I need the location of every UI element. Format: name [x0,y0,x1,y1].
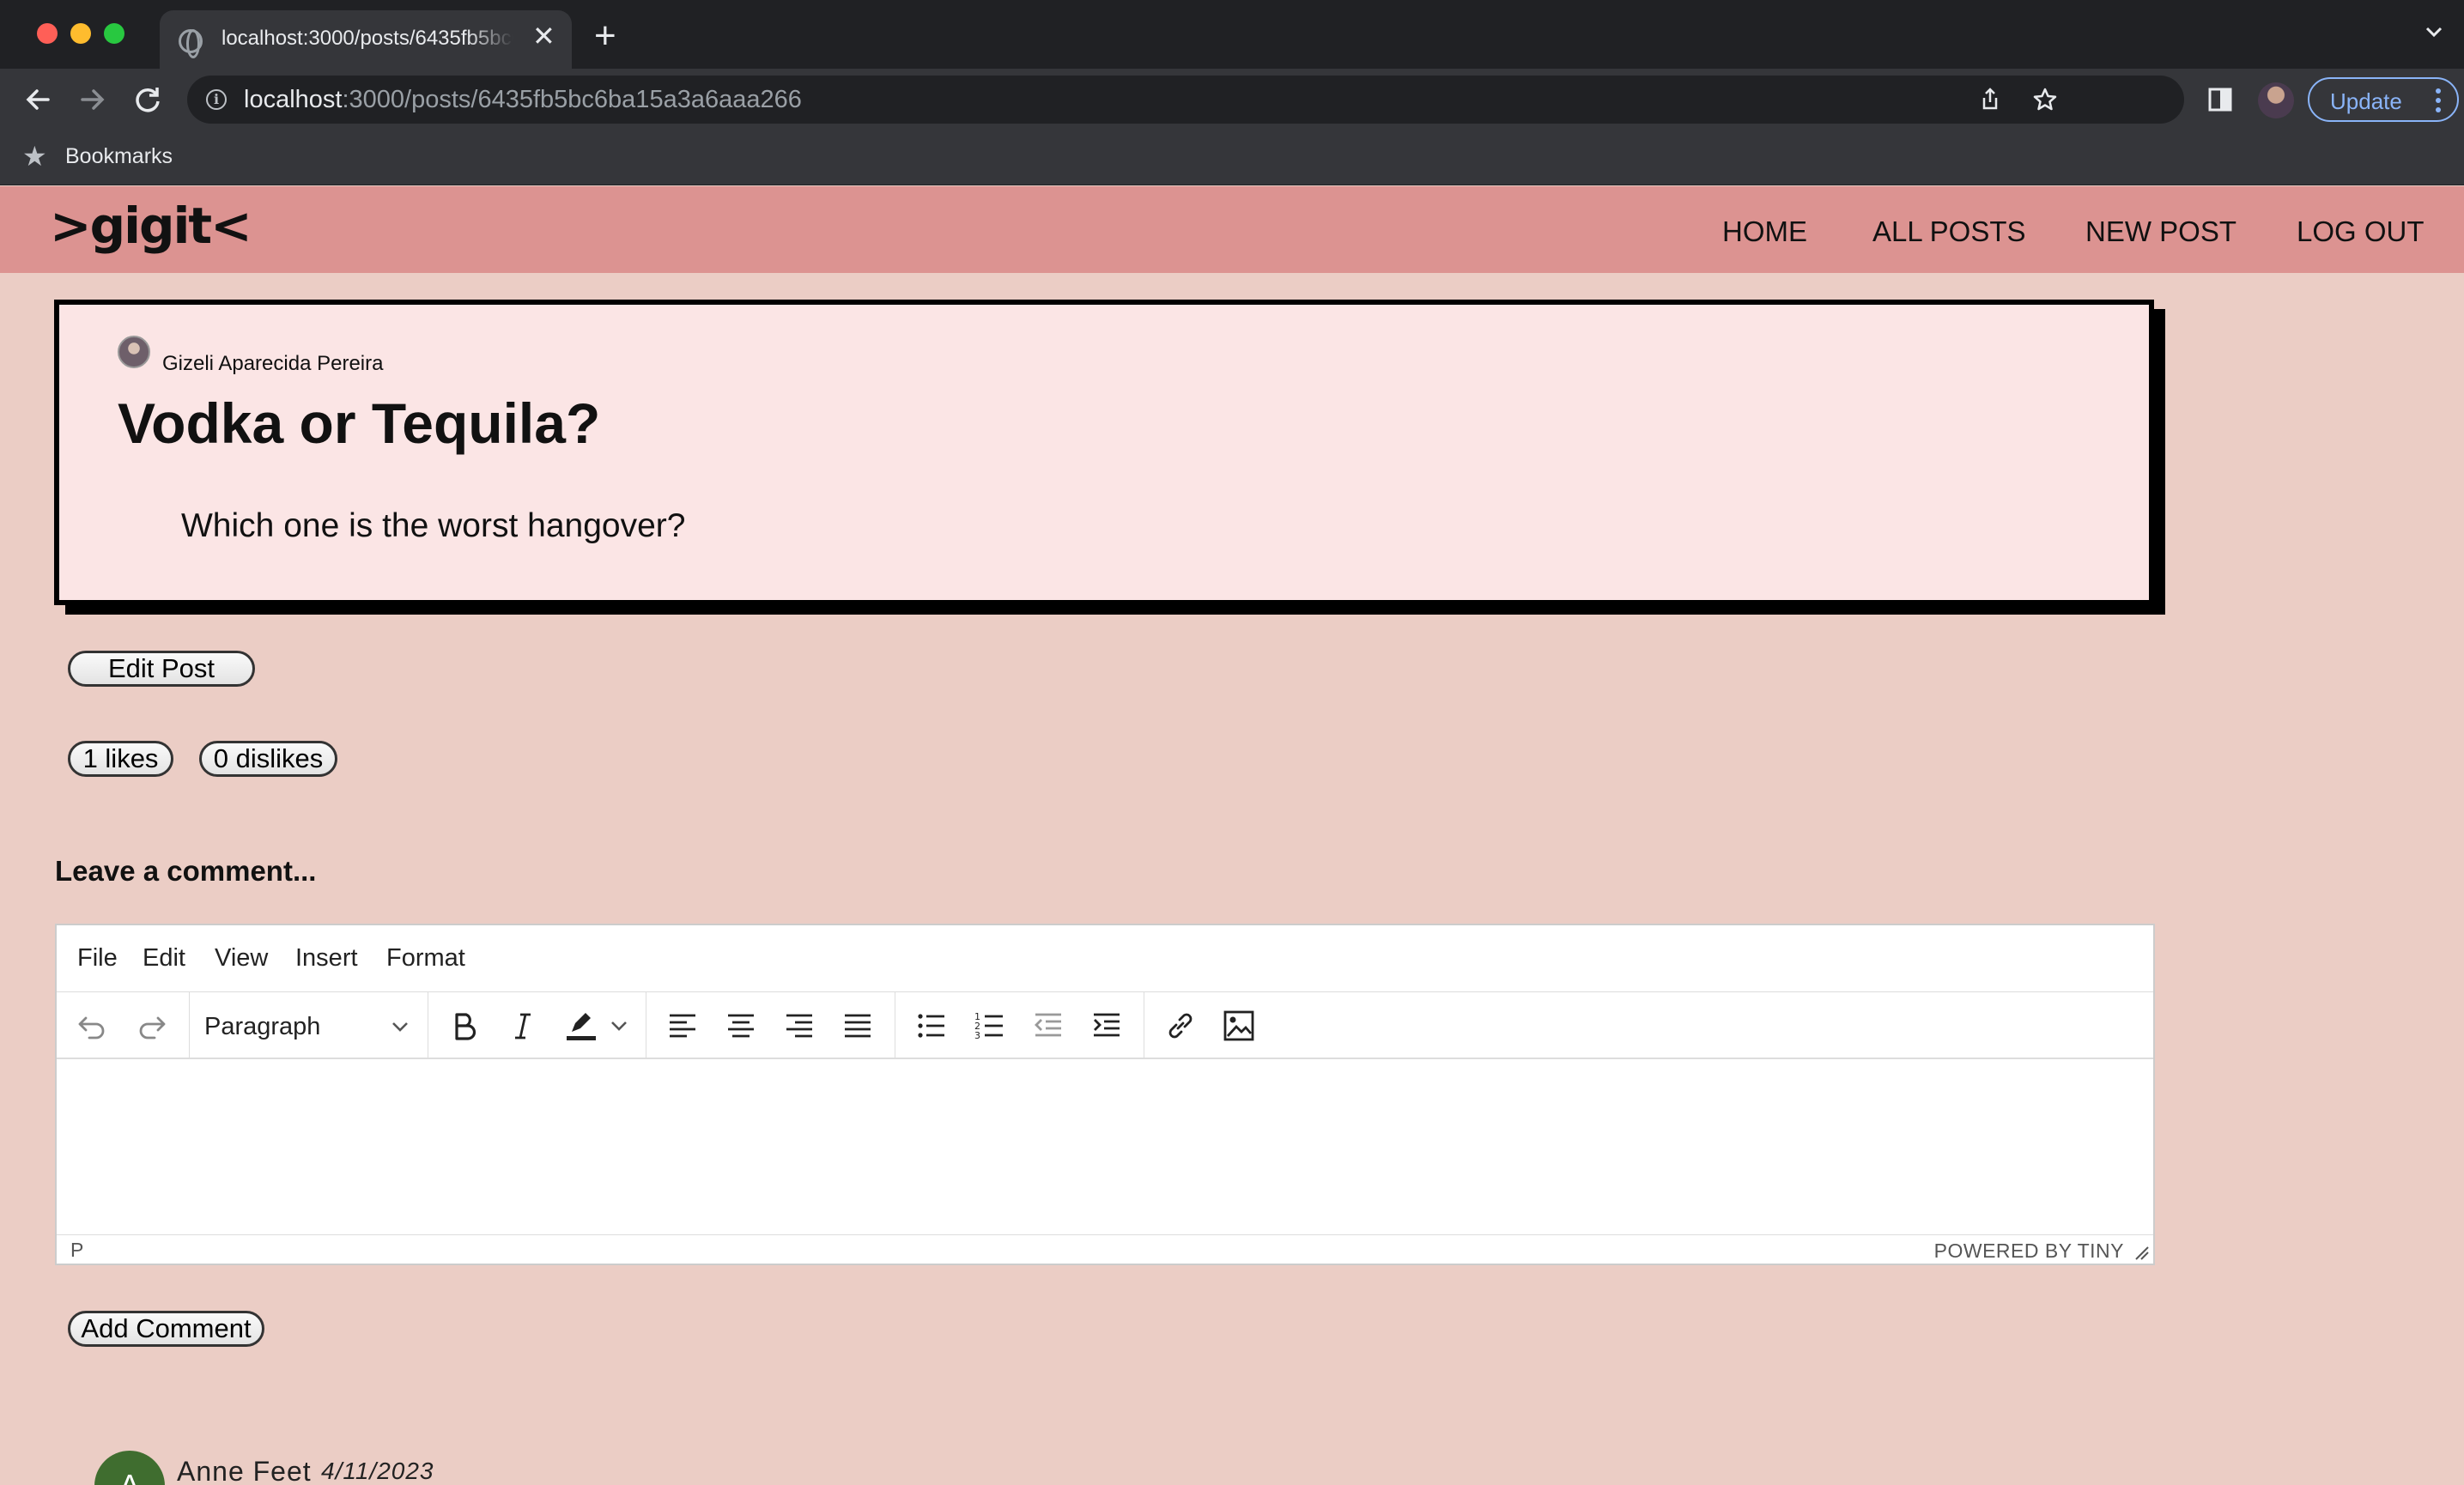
maximize-window-button[interactable] [104,23,124,44]
bookmarks-star-icon: ★ [22,141,47,172]
address-bar[interactable]: i localhost:3000/posts/6435fb5bc6ba15a3a… [187,76,2184,124]
comment-date: 4/11/2023 [321,1458,434,1484]
numbered-list-icon[interactable]: 123 [972,1008,1008,1044]
undo-icon[interactable] [74,1008,110,1044]
align-center-icon[interactable] [723,1008,759,1044]
dislike-button[interactable]: 0 dislikes [199,741,337,777]
post-title: Vodka or Tequila? [118,391,601,455]
new-tab-icon[interactable]: + [594,17,616,55]
comment-avatar: A [94,1451,165,1485]
like-button[interactable]: 1 likes [68,741,173,777]
element-path[interactable]: P [70,1239,83,1262]
url-text: localhost:3000/posts/6435fb5bc6ba15a3a6a… [244,86,802,113]
block-format-select[interactable]: Paragraph [189,992,428,1059]
bookmarks-folder[interactable]: Bookmarks [65,144,173,169]
add-comment-button[interactable]: Add Comment [68,1311,264,1347]
chevron-down-icon[interactable] [2423,21,2445,43]
bookmarks-bar: ★ Bookmarks [0,130,2464,185]
site-navbar: >gigit< HOME ALL POSTS NEW POST LOG OUT [0,186,2464,273]
nav-home-link[interactable]: HOME [1722,215,1807,248]
align-right-icon[interactable] [781,1008,817,1044]
close-window-button[interactable] [37,23,58,44]
browser-tab-active[interactable]: localhost:3000/posts/6435fb5bc6ba15a3a6a… [160,10,572,69]
outdent-icon[interactable] [1030,1008,1066,1044]
bullet-list-icon[interactable] [913,1008,950,1044]
editor-toolbar: Paragraph 123 [57,992,2153,1059]
chevron-down-icon [392,1022,408,1032]
menu-view[interactable]: View [215,944,268,973]
browser-tabstrip: localhost:3000/posts/6435fb5bc6ba15a3a6a… [0,0,2464,69]
italic-icon[interactable] [505,1008,541,1044]
author-avatar [118,336,150,368]
site-logo[interactable]: >gigit< [50,197,252,255]
highlight-color-icon[interactable] [563,1008,599,1044]
link-icon[interactable] [1162,1008,1199,1044]
post-author: Gizeli Aparecida Pereira [162,352,384,375]
chevron-down-icon[interactable] [608,1015,630,1037]
menu-edit[interactable]: Edit [143,944,185,973]
nav-new-post-link[interactable]: NEW POST [2085,215,2236,248]
image-icon[interactable] [1221,1008,1257,1044]
block-format-value: Paragraph [204,1013,321,1040]
comment-author: Anne Feet [177,1456,312,1485]
tab-title: localhost:3000/posts/6435fb5bc6ba15a3a6a… [222,27,513,50]
powered-by-link[interactable]: POWERED BY TINY [1934,1240,2124,1263]
svg-text:3: 3 [974,1030,980,1041]
side-panel-icon[interactable] [2205,84,2236,115]
nav-log-out-link[interactable]: LOG OUT [2297,215,2425,248]
profile-avatar[interactable] [2258,82,2294,118]
indent-icon[interactable] [1089,1008,1125,1044]
menu-insert[interactable]: Insert [295,944,358,973]
browser-toolbar: i localhost:3000/posts/6435fb5bc6ba15a3a… [0,69,2464,130]
site-info-icon[interactable]: i [206,89,227,110]
editor-menubar: File Edit View Insert Format [57,925,2153,992]
close-tab-icon[interactable]: ✕ [532,22,555,50]
update-button[interactable]: Update [2308,77,2459,122]
bold-icon[interactable] [446,1008,482,1044]
forward-arrow-icon[interactable] [74,81,112,118]
comment-heading: Leave a comment... [55,855,317,887]
back-arrow-icon[interactable] [19,81,57,118]
edit-post-button[interactable]: Edit Post [68,651,255,687]
globe-icon [179,29,203,58]
more-vertical-icon[interactable] [2435,88,2442,113]
rich-text-editor: File Edit View Insert Format Paragraph 1… [55,924,2155,1265]
menu-format[interactable]: Format [386,944,465,973]
resize-handle-icon[interactable] [2133,1244,2150,1261]
bookmark-star-icon[interactable] [2031,86,2059,113]
post-body: Which one is the worst hangover? [181,507,686,544]
align-justify-icon[interactable] [840,1008,876,1044]
nav-all-posts-link[interactable]: ALL POSTS [1872,215,2026,248]
reload-icon[interactable] [129,81,167,118]
minimize-window-button[interactable] [70,23,91,44]
comment-edit-area[interactable] [57,1059,2153,1234]
editor-statusbar: P POWERED BY TINY [57,1234,2153,1265]
align-left-icon[interactable] [665,1008,701,1044]
redo-icon[interactable] [134,1008,170,1044]
post-card: Gizeli Aparecida Pereira Vodka or Tequil… [54,300,2154,605]
share-icon[interactable] [1976,86,2004,113]
menu-file[interactable]: File [77,944,118,973]
